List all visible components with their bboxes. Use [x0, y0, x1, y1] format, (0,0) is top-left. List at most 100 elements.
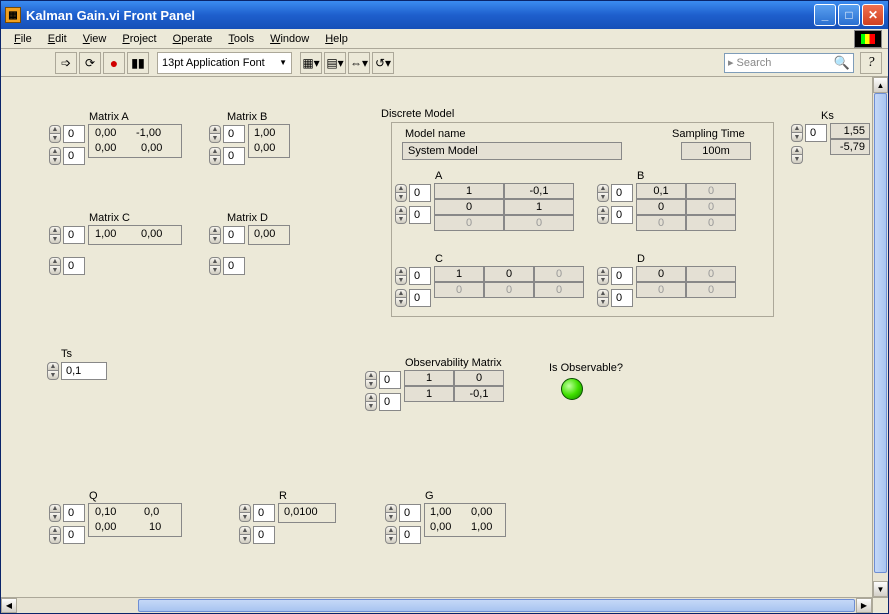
- index-disc-a-col[interactable]: 0: [409, 206, 431, 224]
- spinner-g-col[interactable]: ▲▼: [385, 526, 397, 544]
- spinner-q-col[interactable]: ▲▼: [49, 526, 61, 544]
- spinner-disc-b-row[interactable]: ▲▼: [597, 184, 609, 202]
- align-button[interactable]: ▦▾: [300, 52, 322, 74]
- cell-a-00[interactable]: 0,00: [95, 127, 116, 139]
- index-d-row[interactable]: 0: [223, 226, 245, 244]
- spinner-ks2[interactable]: ▲▼: [791, 146, 803, 164]
- index-b-row[interactable]: 0: [223, 125, 245, 143]
- index-obs-row[interactable]: 0: [379, 371, 401, 389]
- cell-a-01[interactable]: -1,00: [136, 127, 161, 139]
- menu-tools[interactable]: Tools: [221, 31, 261, 47]
- index-r-row[interactable]: 0: [253, 504, 275, 522]
- cell-g-11[interactable]: 1,00: [471, 521, 492, 533]
- resize-grip[interactable]: [872, 597, 888, 613]
- spinner-a-row[interactable]: ▲▼: [49, 125, 61, 143]
- index-q-col[interactable]: 0: [63, 526, 85, 544]
- index-ks[interactable]: 0: [805, 124, 827, 142]
- cell-d-0[interactable]: 0,00: [254, 228, 275, 240]
- index-g-row[interactable]: 0: [399, 504, 421, 522]
- cell-r-0[interactable]: 0,0100: [284, 506, 318, 518]
- scroll-thumb-v[interactable]: [874, 93, 887, 573]
- spinner-ks[interactable]: ▲▼: [791, 124, 803, 142]
- index-q-row[interactable]: 0: [63, 504, 85, 522]
- spinner-ts[interactable]: ▲▼: [47, 362, 59, 380]
- spinner-d-row[interactable]: ▲▼: [209, 226, 221, 244]
- index-disc-b-col[interactable]: 0: [611, 206, 633, 224]
- cell-q-10[interactable]: 0,00: [95, 521, 116, 533]
- run-button[interactable]: ➩: [55, 52, 77, 74]
- help-button[interactable]: ?: [860, 52, 882, 74]
- cell-a-10[interactable]: 0,00: [95, 142, 116, 154]
- distribute-button[interactable]: ▤▾: [324, 52, 346, 74]
- cell-c-00[interactable]: 1,00: [95, 228, 116, 240]
- spinner-obs-col[interactable]: ▲▼: [365, 393, 377, 411]
- font-selector[interactable]: 13pt Application Font ▼: [157, 52, 292, 74]
- spinner-c-row[interactable]: ▲▼: [49, 226, 61, 244]
- index-d-col[interactable]: 0: [223, 257, 245, 275]
- menu-help[interactable]: Help: [318, 31, 355, 47]
- scroll-down-button[interactable]: ▼: [873, 581, 888, 597]
- scroll-left-button[interactable]: ◀: [1, 598, 17, 613]
- spinner-disc-a-col[interactable]: ▲▼: [395, 206, 407, 224]
- run-continuous-button[interactable]: ⟳: [79, 52, 101, 74]
- spinner-disc-a-row[interactable]: ▲▼: [395, 184, 407, 202]
- cell-c-01[interactable]: 0,00: [141, 228, 162, 240]
- spinner-r-col[interactable]: ▲▼: [239, 526, 251, 544]
- menu-window[interactable]: Window: [263, 31, 316, 47]
- index-a-row[interactable]: 0: [63, 125, 85, 143]
- cell-b-1[interactable]: 0,00: [254, 142, 275, 154]
- index-disc-d-col[interactable]: 0: [611, 289, 633, 307]
- vi-icon[interactable]: [854, 30, 882, 48]
- cell-q-11[interactable]: 10: [149, 521, 161, 533]
- spinner-q-row[interactable]: ▲▼: [49, 504, 61, 522]
- spinner-b-row[interactable]: ▲▼: [209, 125, 221, 143]
- index-g-col[interactable]: 0: [399, 526, 421, 544]
- index-a-col[interactable]: 0: [63, 147, 85, 165]
- index-disc-b-row[interactable]: 0: [611, 184, 633, 202]
- cell-g-01[interactable]: 0,00: [471, 506, 492, 518]
- maximize-button[interactable]: □: [838, 4, 860, 26]
- cell-g-10[interactable]: 0,00: [430, 521, 451, 533]
- minimize-button[interactable]: _: [814, 4, 836, 26]
- menu-file[interactable]: File: [7, 31, 39, 47]
- close-button[interactable]: ✕: [862, 4, 884, 26]
- spinner-disc-d-row[interactable]: ▲▼: [597, 267, 609, 285]
- index-disc-c-col[interactable]: 0: [409, 289, 431, 307]
- index-c-row[interactable]: 0: [63, 226, 85, 244]
- menu-project[interactable]: Project: [115, 31, 163, 47]
- spinner-g-row[interactable]: ▲▼: [385, 504, 397, 522]
- cell-b-0[interactable]: 1,00: [254, 127, 275, 139]
- spinner-disc-c-col[interactable]: ▲▼: [395, 289, 407, 307]
- scroll-up-button[interactable]: ▲: [873, 77, 888, 93]
- spinner-r-row[interactable]: ▲▼: [239, 504, 251, 522]
- cell-a-11[interactable]: 0,00: [141, 142, 162, 154]
- input-ts[interactable]: 0,1: [61, 362, 107, 380]
- index-obs-col[interactable]: 0: [379, 393, 401, 411]
- index-b-col[interactable]: 0: [223, 147, 245, 165]
- index-disc-a-row[interactable]: 0: [409, 184, 431, 202]
- spinner-disc-b-col[interactable]: ▲▼: [597, 206, 609, 224]
- scroll-right-button[interactable]: ▶: [856, 598, 872, 613]
- scroll-thumb-h[interactable]: [138, 599, 855, 612]
- reorder-button[interactable]: ↺▾: [372, 52, 394, 74]
- index-disc-c-row[interactable]: 0: [409, 267, 431, 285]
- spinner-disc-d-col[interactable]: ▲▼: [597, 289, 609, 307]
- index-r-col[interactable]: 0: [253, 526, 275, 544]
- cell-g-00[interactable]: 1,00: [430, 506, 451, 518]
- cell-q-01[interactable]: 0,0: [144, 506, 159, 518]
- menu-operate[interactable]: Operate: [166, 31, 220, 47]
- menu-view[interactable]: View: [76, 31, 114, 47]
- cell-q-00[interactable]: 0,10: [95, 506, 116, 518]
- vertical-scrollbar[interactable]: ▲ ▼: [872, 77, 888, 597]
- spinner-c-col[interactable]: ▲▼: [49, 257, 61, 275]
- search-input[interactable]: ▸ Search 🔍: [724, 53, 854, 73]
- spinner-d-col[interactable]: ▲▼: [209, 257, 221, 275]
- index-c-col[interactable]: 0: [63, 257, 85, 275]
- index-disc-d-row[interactable]: 0: [611, 267, 633, 285]
- resize-button[interactable]: ⇔▾: [348, 52, 370, 74]
- spinner-disc-c-row[interactable]: ▲▼: [395, 267, 407, 285]
- spinner-obs-row[interactable]: ▲▼: [365, 371, 377, 389]
- menu-edit[interactable]: Edit: [41, 31, 74, 47]
- pause-button[interactable]: ▮▮: [127, 52, 149, 74]
- horizontal-scrollbar[interactable]: ◀ ▶: [1, 597, 872, 613]
